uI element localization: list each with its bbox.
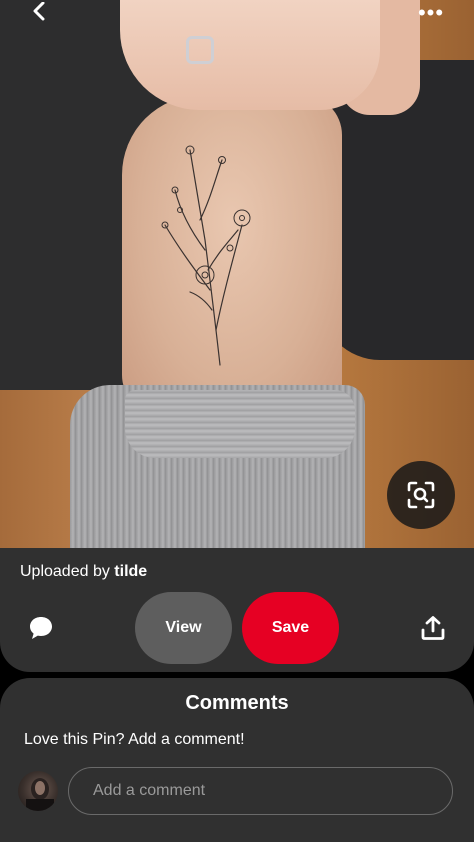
more-options-button[interactable]: ••• <box>414 0 448 26</box>
view-button[interactable]: View <box>135 592 232 664</box>
more-icon: ••• <box>417 0 445 25</box>
back-button[interactable] <box>24 0 54 26</box>
comment-placeholder: Add a comment <box>93 782 206 799</box>
save-button[interactable]: Save <box>242 592 339 664</box>
add-comment-field[interactable]: Add a comment <box>68 767 453 815</box>
speech-bubble-icon <box>30 617 52 639</box>
visual-search-button[interactable] <box>387 461 455 529</box>
comment-button[interactable] <box>28 615 54 641</box>
comments-heading: Comments <box>185 692 289 714</box>
share-icon <box>421 616 445 640</box>
visual-search-icon <box>407 481 435 509</box>
uploader-name[interactable]: tilde <box>114 563 147 580</box>
hand <box>120 0 380 110</box>
chevron-left-icon <box>33 2 45 21</box>
comment-prompt: Love this Pin? Add a comment! <box>24 731 245 748</box>
uploaded-by-text: Uploaded by tilde <box>20 563 147 581</box>
avatar-photo <box>26 778 54 811</box>
uploaded-prefix: Uploaded by <box>20 563 110 580</box>
pants-waistband <box>125 390 355 458</box>
floral-tattoo <box>161 145 251 366</box>
share-button[interactable] <box>420 615 446 641</box>
ring <box>186 36 214 64</box>
avatar <box>18 771 58 811</box>
